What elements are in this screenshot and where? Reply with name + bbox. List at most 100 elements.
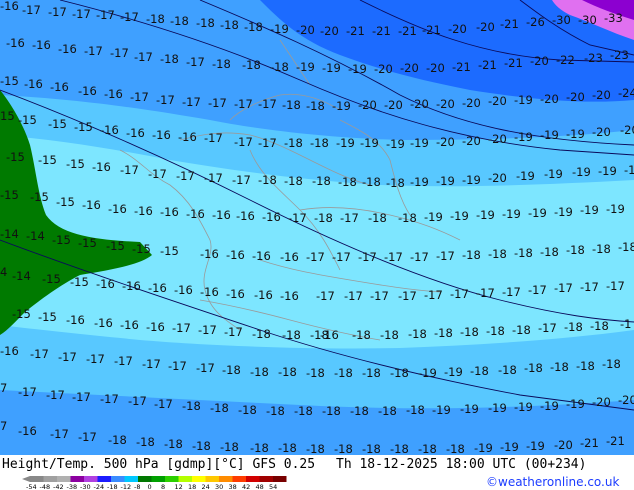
colorbar-swatches bbox=[22, 476, 287, 482]
temp-label: -19 bbox=[544, 167, 563, 181]
temp-label: -15 bbox=[12, 307, 31, 321]
temp-label: -16 bbox=[262, 210, 281, 224]
temp-label: -18 bbox=[368, 211, 387, 225]
temp-label: -18 bbox=[524, 361, 543, 375]
temp-label: -17 bbox=[234, 135, 253, 149]
temp-label: -20 bbox=[436, 135, 455, 149]
temp-label: -18 bbox=[590, 319, 609, 333]
temp-label: -18 bbox=[282, 328, 301, 342]
temp-label: -18 bbox=[418, 442, 437, 455]
temp-label: -16 bbox=[24, 77, 43, 91]
temp-label: -30 bbox=[578, 13, 597, 27]
colorbar-tick-label: -24 bbox=[94, 483, 105, 490]
temp-label: -19 bbox=[514, 400, 533, 414]
temp-label: -18 bbox=[306, 442, 325, 455]
temp-label: -16 bbox=[126, 126, 145, 140]
temp-label: -16 bbox=[104, 87, 123, 101]
temp-label: -15 bbox=[160, 244, 179, 258]
temp-label: -17 bbox=[58, 350, 77, 364]
temp-label: -19 bbox=[418, 366, 437, 380]
temp-label: -17 bbox=[370, 289, 389, 303]
temp-label: -20 bbox=[296, 23, 315, 37]
temp-label: -16 bbox=[0, 0, 19, 13]
temp-label: -19 bbox=[410, 136, 429, 150]
temp-label: -18 bbox=[398, 211, 417, 225]
temp-label: -20 bbox=[566, 90, 585, 104]
temp-label: -18 bbox=[192, 439, 211, 453]
temp-label: -18 bbox=[250, 441, 269, 455]
temp-label: -14 bbox=[12, 269, 31, 283]
temp-label: -17 bbox=[316, 289, 335, 303]
temp-label: -15 bbox=[38, 310, 57, 324]
temp-label: -16 bbox=[94, 316, 113, 330]
temp-label: -16 bbox=[236, 209, 255, 223]
colorbar-swatch bbox=[273, 476, 287, 482]
temp-label: -21 bbox=[580, 436, 599, 450]
temp-label: 7 bbox=[0, 381, 7, 395]
temp-label: -17 bbox=[450, 287, 469, 301]
temp-label: -17 bbox=[100, 392, 119, 406]
temp-label: -15 bbox=[38, 153, 57, 167]
temp-label: -19 bbox=[410, 175, 429, 189]
temp-label: -17 bbox=[204, 171, 223, 185]
temp-label: -18 bbox=[306, 99, 325, 113]
temp-label: -18 bbox=[266, 404, 285, 418]
temp-label: -17 bbox=[554, 281, 573, 295]
colorbar-swatch bbox=[205, 476, 219, 482]
temp-label: -17 bbox=[424, 288, 443, 302]
temp-label: -18 bbox=[352, 328, 371, 342]
temp-label: -15 bbox=[74, 120, 93, 134]
temp-label: -20 bbox=[540, 92, 559, 106]
temp-label: -17 bbox=[114, 354, 133, 368]
temp-label: -18 bbox=[252, 327, 271, 341]
colorbar-tick-label: 18 bbox=[188, 483, 196, 490]
temp-label: -20 bbox=[448, 22, 467, 36]
temp-label: -15 bbox=[56, 195, 75, 209]
temp-label: -17 bbox=[234, 97, 253, 111]
temp-label: -19 bbox=[540, 399, 559, 413]
temp-label: -16 bbox=[32, 38, 51, 52]
temp-label: -18 bbox=[446, 442, 465, 455]
temp-label: -17 bbox=[340, 211, 359, 225]
temp-label: -24 bbox=[618, 86, 634, 100]
temp-label: -17 bbox=[358, 250, 377, 264]
colorbar-tick-label: 48 bbox=[256, 483, 264, 490]
temp-label: -19 bbox=[566, 397, 585, 411]
temp-label: -21 bbox=[346, 24, 365, 38]
temp-label: -18 bbox=[378, 404, 397, 418]
temp-label: -19 bbox=[526, 439, 545, 453]
temp-label: -20 bbox=[384, 98, 403, 112]
temp-label: -17 bbox=[72, 390, 91, 404]
temp-label: -18 bbox=[540, 245, 559, 259]
temp-label: -17 bbox=[398, 289, 417, 303]
temp-label: -15 bbox=[106, 239, 125, 253]
temp-label: -18 bbox=[512, 323, 531, 337]
temp-label: -16 bbox=[82, 198, 101, 212]
temp-label: -19 bbox=[460, 402, 479, 416]
temp-label: -16 bbox=[78, 84, 97, 98]
colorbar-tick-label: -38 bbox=[67, 483, 78, 490]
temp-label: -1 bbox=[620, 317, 631, 331]
temp-label: -19 bbox=[488, 401, 507, 415]
temp-label: -17 bbox=[198, 323, 217, 337]
colorbar-tick-label: 0 bbox=[148, 483, 152, 490]
temp-label: -20 bbox=[410, 97, 429, 111]
temp-label: -19 bbox=[624, 163, 634, 177]
temp-label: -33 bbox=[604, 11, 623, 25]
temp-label: -17 bbox=[86, 352, 105, 366]
temp-label: -17 bbox=[344, 289, 363, 303]
temp-label: -16 bbox=[252, 249, 271, 263]
temp-label: -19 bbox=[502, 207, 521, 221]
temp-label: -16 bbox=[0, 344, 19, 358]
colorbar-swatch bbox=[178, 476, 192, 482]
temp-label: -17 bbox=[46, 388, 65, 402]
temp-label: -18 bbox=[566, 243, 585, 257]
temp-label: -17 bbox=[142, 357, 161, 371]
temp-label: -18 bbox=[282, 98, 301, 112]
temp-label: -14 bbox=[26, 229, 45, 243]
temp-label: -16 bbox=[108, 202, 127, 216]
temp-label: -18 bbox=[196, 16, 215, 30]
colorbar-tick-label: 54 bbox=[269, 483, 277, 490]
temp-label: -19 bbox=[572, 165, 591, 179]
temp-label: -17 bbox=[436, 249, 455, 263]
